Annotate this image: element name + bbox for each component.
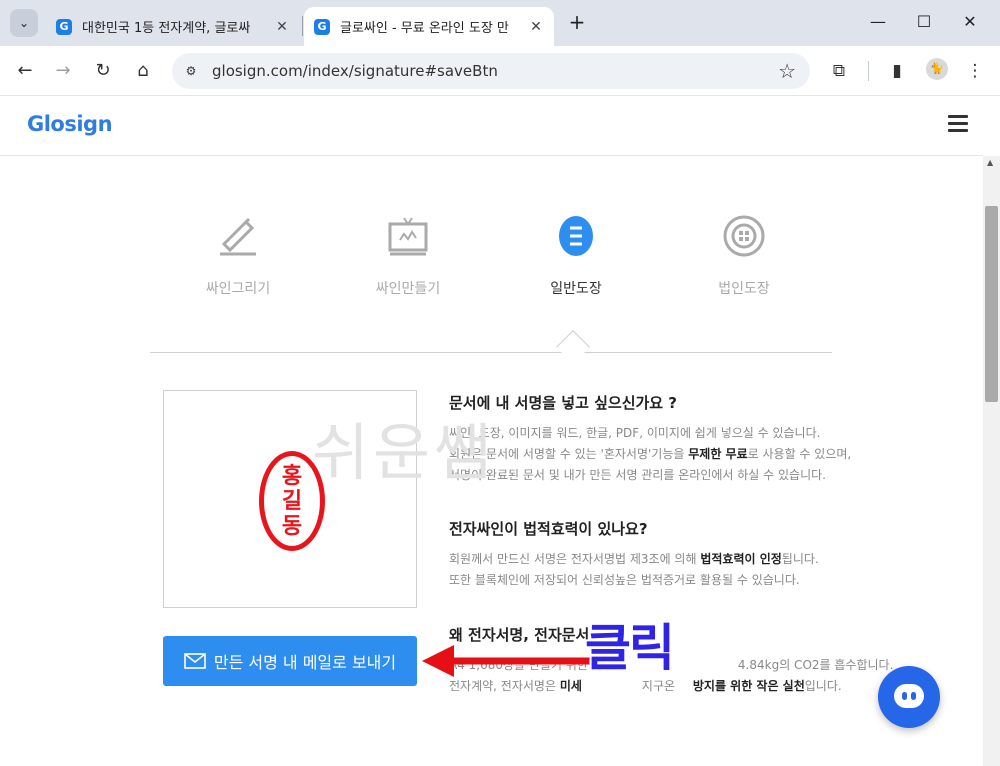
new-tab-button[interactable]: + xyxy=(566,11,588,33)
forward-arrow-icon[interactable]: → xyxy=(50,58,76,84)
address-bar[interactable]: ⚙ glosign.com/index/signature#saveBtn ☆ xyxy=(172,53,810,89)
pen-draw-icon xyxy=(220,217,256,256)
side-panel-icon[interactable]: ▮ xyxy=(884,58,910,84)
browser-tab-2[interactable]: G 글로싸인 - 무료 온라인 도장 만 ✕ xyxy=(304,7,554,46)
more-menu-icon[interactable]: ⋮ xyxy=(962,58,988,84)
mail-icon xyxy=(184,653,206,669)
info-text: 회원은 문서에 서명할 수 있는 '혼자서명'기능을 무제한 무료로 사용할 수… xyxy=(449,447,852,461)
profile-avatar[interactable]: 🐈 xyxy=(926,58,948,80)
maximize-button[interactable]: ☐ xyxy=(902,8,946,36)
tab-label: 싸인만들기 xyxy=(375,281,441,297)
tab-search-button[interactable]: ⌄ xyxy=(10,9,38,37)
tab-label: 일반도장 xyxy=(550,281,602,297)
send-signature-email-button[interactable]: 만든 서명 내 메일로 보내기 xyxy=(163,636,417,686)
info-text: 회원께서 만드신 서명은 전자서명법 제3조에 의해 법적효력이 인정됩니다. xyxy=(449,552,819,566)
web-page: Glosign ▲ 싸인그리기 싸인만들기 일반도장 법인도장 홍 길 동 문서… xyxy=(0,96,1000,766)
browser-toolbar: ← → ↻ ⌂ ⚙ glosign.com/index/signature#sa… xyxy=(0,46,1000,96)
watermark-text: 쉬운쌤 xyxy=(312,416,496,489)
browser-tab-bar: ⌄ G 대한민국 1등 전자계약, 글로싸 ✕ G 글로싸인 - 무료 온라인 … xyxy=(0,0,1000,46)
page-scrollbar[interactable]: ▲ xyxy=(983,156,1000,766)
tab-normal-stamp[interactable]: 일반도장 xyxy=(506,214,646,298)
chat-bubble-icon xyxy=(894,684,924,708)
info-text: 싸인, 도장, 이미지를 워드, 한글, PDF, 이미지에 쉽게 넣으실 수 … xyxy=(449,426,821,440)
tab-separator xyxy=(302,16,303,36)
stamp-icon xyxy=(559,216,593,256)
info-title: 전자싸인이 법적효력이 있나요? xyxy=(449,520,648,538)
stamp-char: 길 xyxy=(281,488,303,514)
monitor-signature-icon xyxy=(388,217,428,256)
close-icon[interactable]: ✕ xyxy=(274,19,290,35)
extensions-puzzle-icon[interactable]: ⧉ xyxy=(826,58,852,84)
site-logo[interactable]: Glosign xyxy=(27,112,113,136)
tab-label: 법인도장 xyxy=(718,281,770,297)
info-section-2: 전자싸인이 법적효력이 있나요? 회원께서 만드신 서명은 전자서명법 제3조에… xyxy=(449,518,819,591)
tab-make-signature[interactable]: 싸인만들기 xyxy=(338,214,478,298)
site-header: Glosign xyxy=(0,96,983,156)
scroll-thumb[interactable] xyxy=(985,206,998,402)
info-title: 문서에 내 서명을 넣고 싶으신가요 ? xyxy=(449,394,678,412)
close-icon[interactable]: ✕ xyxy=(528,19,544,35)
home-icon[interactable]: ⌂ xyxy=(130,58,156,84)
reload-icon[interactable]: ↻ xyxy=(90,58,116,84)
url-text: glosign.com/index/signature#saveBtn xyxy=(212,62,498,80)
glosign-favicon-icon: G xyxy=(56,18,72,35)
tab-title: 대한민국 1등 전자계약, 글로싸 xyxy=(82,21,251,36)
tab-corporate-seal[interactable]: 법인도장 xyxy=(674,214,814,298)
send-button-label: 만든 서명 내 메일로 보내기 xyxy=(213,653,397,672)
tab-draw-signature[interactable]: 싸인그리기 xyxy=(168,214,308,298)
tab-label: 싸인그리기 xyxy=(205,281,271,297)
info-text: 또한 블록체인에 저장되어 신뢰성높은 법적증거로 활용될 수 있습니다. xyxy=(449,573,800,587)
scroll-up-icon[interactable]: ▲ xyxy=(987,158,993,167)
bookmark-star-icon[interactable]: ☆ xyxy=(778,59,796,83)
chat-support-button[interactable] xyxy=(878,666,940,728)
tab-divider xyxy=(150,352,832,353)
back-arrow-icon[interactable]: ← xyxy=(12,58,38,84)
minimize-button[interactable]: — xyxy=(856,8,900,36)
info-text: 서명이 완료된 문서 및 내가 만든 서명 관리를 온라인에서 하실 수 있습니… xyxy=(449,468,826,482)
tab-title: 글로싸인 - 무료 온라인 도장 만 xyxy=(340,21,509,36)
stamp-char: 동 xyxy=(281,513,303,539)
toolbar-divider xyxy=(868,61,869,81)
chevron-down-icon: ⌄ xyxy=(18,16,30,30)
corporate-seal-icon xyxy=(723,215,765,257)
stamp-char: 홍 xyxy=(281,463,303,489)
window-close-button[interactable]: ✕ xyxy=(948,8,992,36)
hamburger-menu-icon[interactable] xyxy=(948,115,968,136)
browser-tab-1[interactable]: G 대한민국 1등 전자계약, 글로싸 ✕ xyxy=(46,7,300,46)
info-section-1: 문서에 내 서명을 넣고 싶으신가요 ? 싸인, 도장, 이미지를 워드, 한글… xyxy=(449,392,851,486)
click-annotation-label: 클릭 xyxy=(585,619,675,677)
red-arrow-annotation xyxy=(422,645,595,677)
site-info-icon[interactable]: ⚙ xyxy=(182,62,200,80)
active-tab-indicator xyxy=(556,330,590,364)
glosign-favicon-icon: G xyxy=(314,18,330,35)
